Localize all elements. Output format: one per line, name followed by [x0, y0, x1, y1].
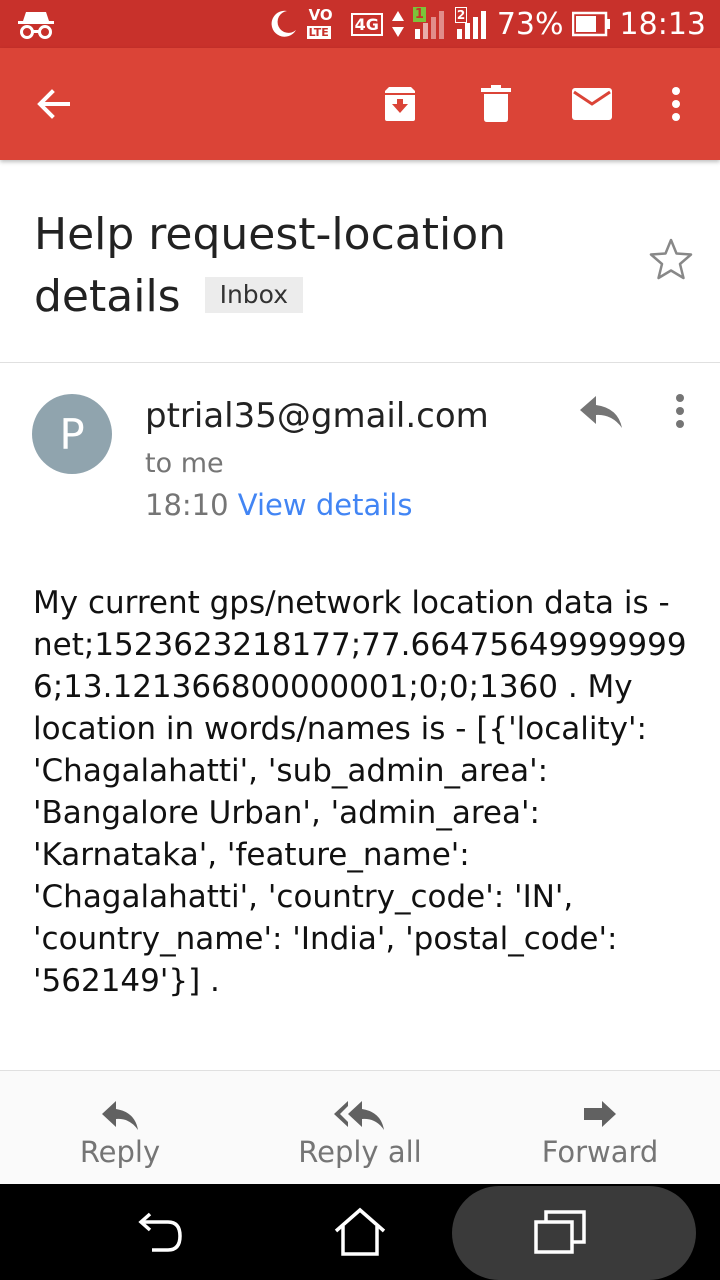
archive-icon[interactable] — [372, 76, 428, 132]
data-transfer-icon — [391, 11, 404, 37]
lte-label: LTE — [306, 26, 331, 39]
signal-sim1-icon: 1 — [412, 7, 447, 41]
reply-all-icon — [334, 1101, 384, 1130]
email-subject: Help request-location details Inbox — [34, 204, 634, 328]
volte-indicator: VO LTE — [306, 4, 343, 44]
reply-icon[interactable] — [578, 392, 624, 432]
recipient-text: to me — [145, 448, 224, 479]
back-nav-icon[interactable] — [130, 1204, 190, 1260]
delete-icon[interactable] — [468, 76, 524, 132]
forward-button[interactable]: Forward — [500, 1099, 700, 1169]
battery-percent: 73% — [496, 6, 564, 42]
reply-all-label: Reply all — [298, 1135, 422, 1169]
more-vert-icon[interactable] — [648, 76, 704, 132]
clock: 18:13 — [619, 6, 706, 42]
reply-all-button[interactable]: Reply all — [260, 1099, 460, 1169]
message-actions: Reply Reply all Forward — [0, 1070, 720, 1185]
inbox-label-badge[interactable]: Inbox — [204, 277, 304, 313]
signal-sim2-icon: 2 — [454, 7, 489, 41]
reply-button[interactable]: Reply — [20, 1099, 220, 1169]
sim1-badge: 1 — [412, 7, 426, 22]
battery-icon — [571, 11, 610, 37]
reply-label: Reply — [79, 1135, 161, 1169]
received-time: 18:10 — [145, 488, 229, 522]
forward-icon — [584, 1101, 616, 1127]
forward-label: Forward — [541, 1135, 659, 1169]
message-more-icon[interactable] — [664, 390, 696, 434]
email-meta: 18:10 View details — [145, 488, 412, 522]
star-icon[interactable] — [648, 236, 694, 282]
email-body: My current gps/network location data is … — [33, 585, 687, 999]
divider — [0, 362, 720, 363]
view-details-link[interactable]: View details — [238, 488, 413, 522]
sender-email[interactable]: ptrial35@gmail.com — [145, 396, 489, 436]
network-type-badge: 4G — [350, 12, 383, 36]
reply-action-icon — [102, 1101, 138, 1130]
app-bar — [0, 48, 720, 160]
recents-nav-icon[interactable] — [530, 1204, 590, 1260]
sim2-badge: 2 — [454, 7, 468, 23]
volte-label: VO — [308, 6, 333, 24]
avatar-letter: P — [59, 409, 85, 459]
back-arrow-icon[interactable] — [26, 76, 82, 132]
moon-icon — [271, 10, 296, 37]
sender-avatar[interactable]: P — [32, 394, 112, 474]
mail-icon[interactable] — [564, 76, 620, 132]
incognito-icon — [16, 8, 56, 40]
status-bar: VO LTE 4G 1 2 73% 18:13 — [0, 0, 720, 48]
home-nav-icon[interactable] — [330, 1204, 390, 1260]
